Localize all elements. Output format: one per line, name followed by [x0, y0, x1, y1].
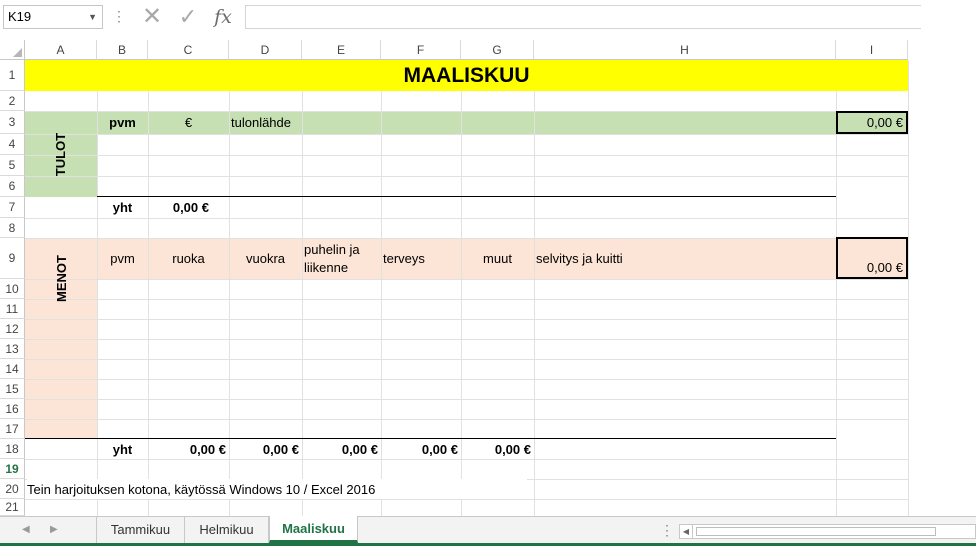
tab-maaliskuu[interactable]: Maaliskuu [269, 516, 358, 543]
menot-total-vuokra[interactable]: 0,00 € [229, 439, 302, 459]
select-all-corner[interactable] [0, 40, 25, 60]
row-header-10[interactable]: 10 [0, 279, 25, 299]
tulot-total-label[interactable]: yht [97, 197, 148, 218]
menot-total-ruoka[interactable]: 0,00 € [148, 439, 229, 459]
row-header-4[interactable]: 4 [0, 134, 25, 155]
row-header-8[interactable]: 8 [0, 218, 25, 238]
column-header-g[interactable]: G [461, 40, 534, 60]
row-header-6[interactable]: 6 [0, 176, 25, 197]
row-header-17[interactable]: 17 [0, 419, 25, 439]
row-header-1[interactable]: 1 [0, 60, 25, 91]
more-options-icon[interactable]: ⋮ [660, 522, 674, 539]
tulot-header-source[interactable]: tulonlähde [231, 111, 381, 134]
menot-header-ruoka[interactable]: ruoka [148, 238, 229, 279]
column-header-a[interactable]: A [25, 40, 97, 60]
sheet-title: MAALISKUU [403, 63, 530, 87]
row-header-9[interactable]: 9 [0, 238, 25, 279]
tulot-header-pvm[interactable]: pvm [97, 111, 148, 134]
tulot-header-eur[interactable]: € [148, 111, 229, 134]
column-header-i[interactable]: I [836, 40, 908, 60]
row-header-14[interactable]: 14 [0, 359, 25, 379]
scroll-left-icon[interactable]: ◀ [680, 525, 693, 538]
menot-header-puhelin[interactable]: puhelin ja liikenne [304, 238, 380, 279]
row-header-20[interactable]: 20 [0, 479, 25, 499]
tulot-total-value[interactable]: 0,00 € [148, 197, 229, 218]
menot-header-pvm[interactable]: pvm [97, 238, 148, 279]
column-header-b[interactable]: B [97, 40, 148, 60]
column-header-c[interactable]: C [148, 40, 229, 60]
column-header-d[interactable]: D [229, 40, 302, 60]
tab-helmikuu[interactable]: Helmikuu [185, 517, 269, 543]
row-header-19[interactable]: 19 [0, 459, 25, 479]
row-header-12[interactable]: 12 [0, 319, 25, 339]
column-header-h[interactable]: H [534, 40, 836, 60]
row-header-2[interactable]: 2 [0, 91, 25, 111]
menot-total-puhelin[interactable]: 0,00 € [302, 439, 381, 459]
tulot-box-value[interactable]: 0,00 € [836, 111, 908, 134]
tab-tammikuu[interactable]: Tammikuu [96, 517, 185, 543]
row-header-21[interactable]: 21 [0, 499, 25, 516]
tulot-label: TULOT [53, 132, 69, 176]
menot-label: MENOT [53, 254, 69, 302]
row-header-16[interactable]: 16 [0, 399, 25, 419]
scrollbar-thumb[interactable] [696, 527, 936, 536]
menot-box-value[interactable]: 0,00 € [836, 237, 908, 279]
menot-header-vuokra[interactable]: vuokra [229, 238, 302, 279]
menot-header-muut[interactable]: muut [461, 238, 534, 279]
menot-header-terveys[interactable]: terveys [383, 238, 461, 279]
column-header-e[interactable]: E [302, 40, 381, 60]
menot-total-label[interactable]: yht [97, 439, 148, 459]
horizontal-scrollbar[interactable]: ◀ [679, 524, 976, 539]
menot-total-muut[interactable]: 0,00 € [461, 439, 534, 459]
menot-total-terveys[interactable]: 0,00 € [381, 439, 461, 459]
tab-scroll-left-icon[interactable]: ◀ [22, 524, 30, 535]
row-header-5[interactable]: 5 [0, 155, 25, 176]
worksheet[interactable]: A B C D E F G H I 1 2 3 4 5 6 7 8 9 10 1… [0, 0, 976, 546]
column-header-f[interactable]: F [381, 40, 461, 60]
row-header-18[interactable]: 18 [0, 439, 25, 459]
row-header-7[interactable]: 7 [0, 197, 25, 218]
row-header-3[interactable]: 3 [0, 111, 25, 134]
tab-scroll-right-icon[interactable]: ▶ [50, 524, 58, 535]
row-header-11[interactable]: 11 [0, 299, 25, 319]
sheet-tab-bar: ◀ ▶ Tammikuu Helmikuu Maaliskuu ⋮ ◀ [0, 516, 976, 546]
row-header-15[interactable]: 15 [0, 379, 25, 399]
row-header-13[interactable]: 13 [0, 339, 25, 359]
note-text[interactable]: Tein harjoituksen kotona, käytössä Windo… [27, 479, 527, 499]
menot-header-selvitys[interactable]: selvitys ja kuitti [536, 238, 834, 279]
